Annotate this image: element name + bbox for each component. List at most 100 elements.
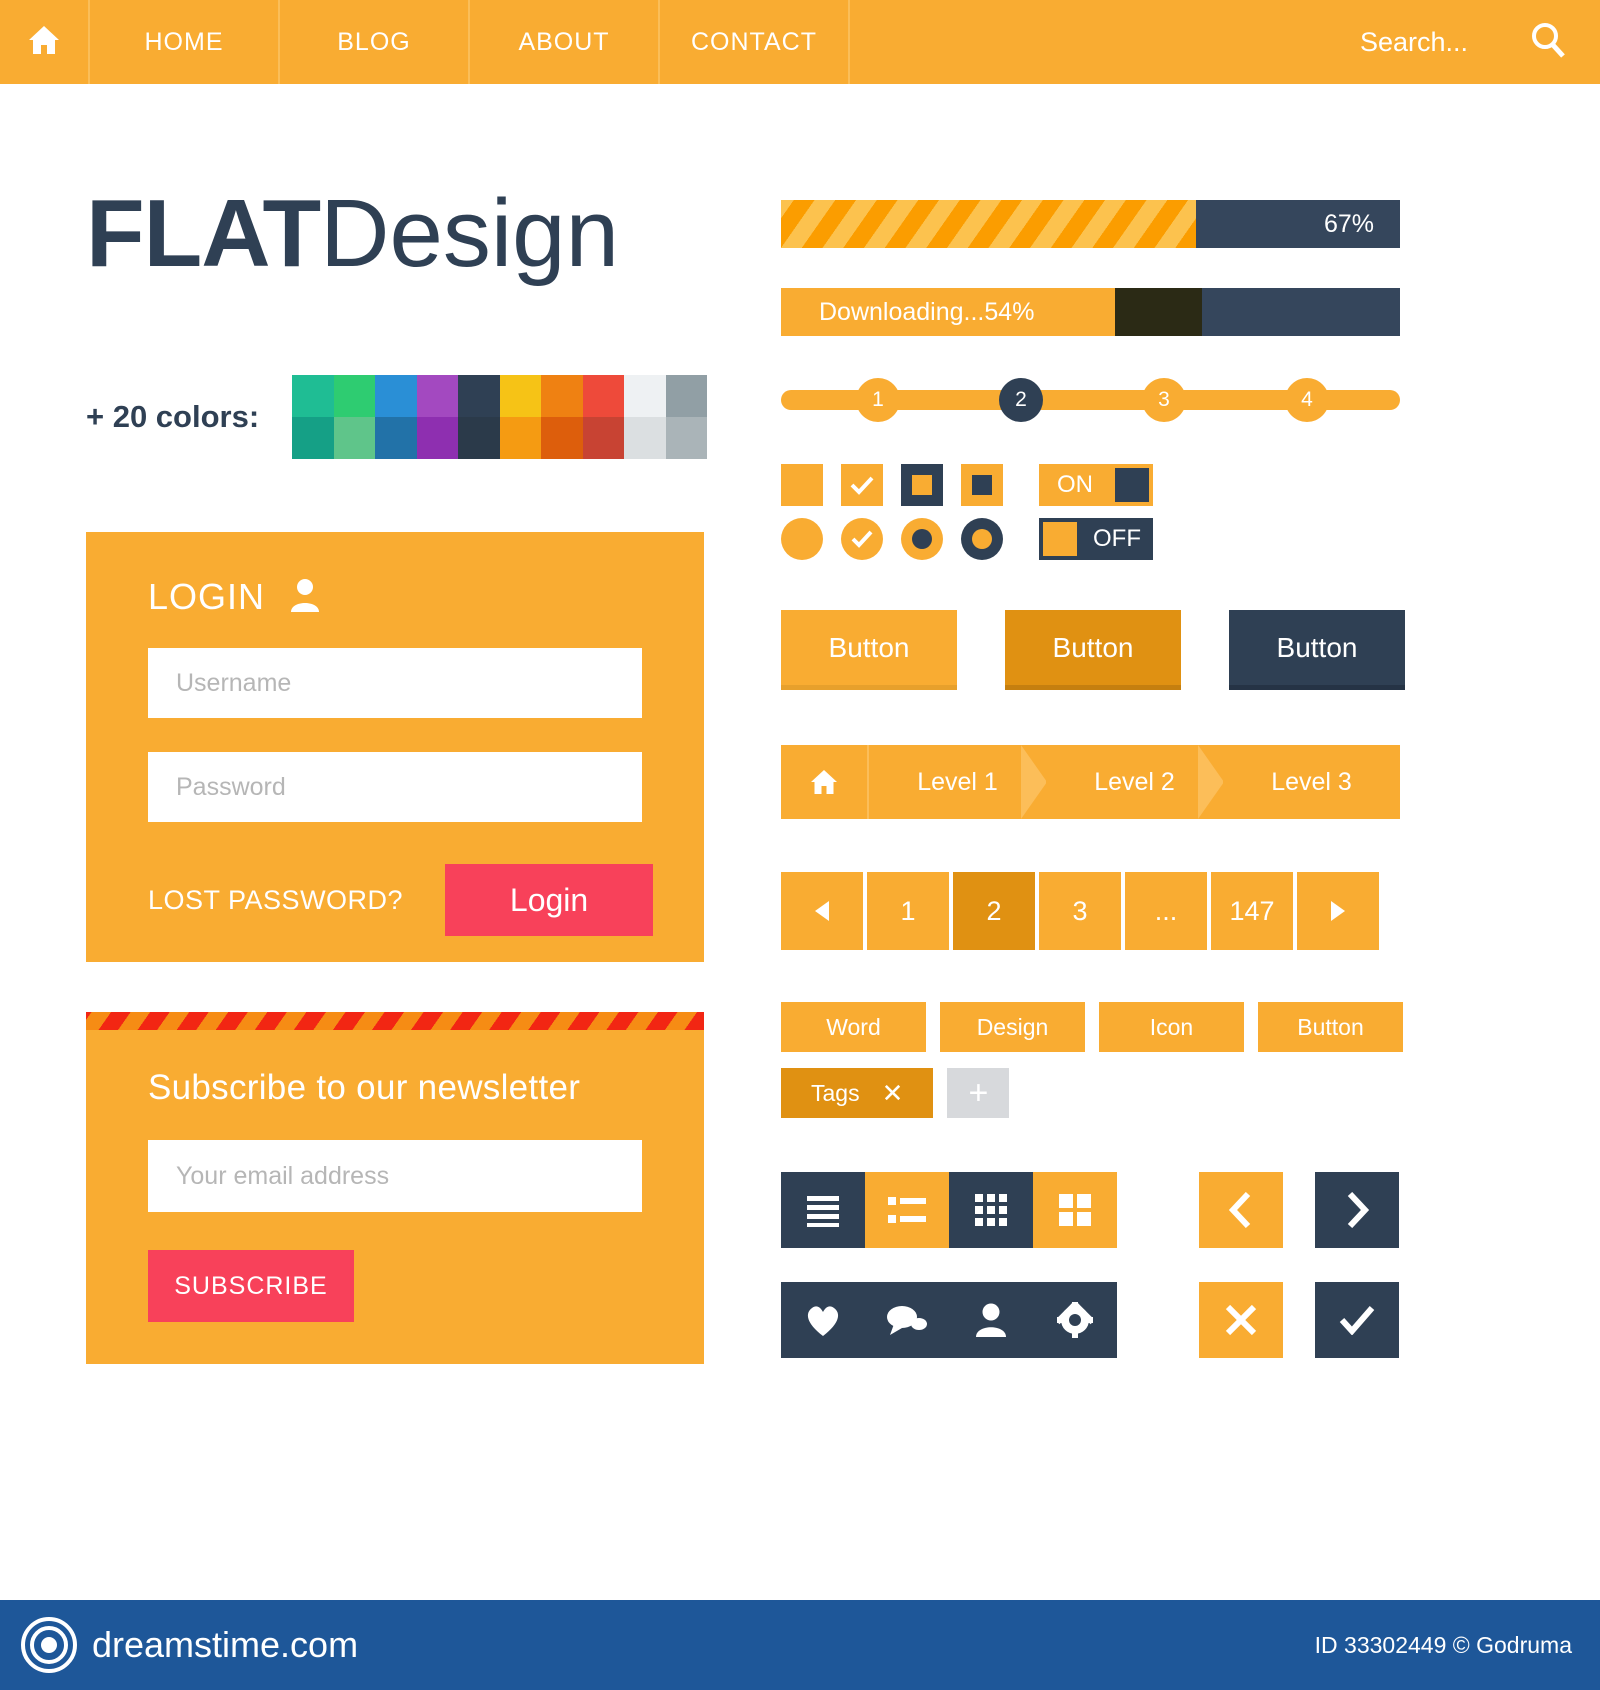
nav-home-button[interactable] <box>0 0 90 84</box>
checkbox-inner <box>912 475 932 495</box>
striped-progress-bar[interactable]: 67% <box>781 200 1400 248</box>
close-icon[interactable]: ✕ <box>882 1078 904 1109</box>
tag-design[interactable]: Design <box>940 1002 1085 1052</box>
username-placeholder: Username <box>176 668 292 697</box>
nav-item-blog[interactable]: BLOG <box>280 0 470 84</box>
login-title: LOGIN <box>148 576 266 617</box>
download-fill: Downloading...54% <box>781 288 1116 336</box>
nav-item-home[interactable]: HOME <box>90 0 280 84</box>
step-dot-2[interactable]: 2 <box>999 378 1043 422</box>
lost-password-link[interactable]: LOST PASSWORD? <box>148 885 403 916</box>
nav-item-contact[interactable]: CONTACT <box>660 0 850 84</box>
search-icon[interactable] <box>1528 20 1568 65</box>
step-dot-1[interactable]: 1 <box>856 378 900 422</box>
swatch-column <box>333 375 375 459</box>
password-placeholder: Password <box>176 772 286 801</box>
download-progress-bar[interactable]: Downloading...54% <box>781 288 1400 336</box>
progress-percent-label: 67% <box>1323 209 1374 238</box>
pagination-page-1[interactable]: 1 <box>867 872 949 950</box>
radio-dark-dot[interactable] <box>961 518 1003 560</box>
progress-remainder: 67% <box>1195 200 1400 248</box>
radio-empty[interactable] <box>781 518 823 560</box>
checkbox-light-inner[interactable] <box>961 464 1003 506</box>
password-input[interactable]: Password <box>148 752 642 822</box>
nav-label: ABOUT <box>518 27 610 56</box>
checkbox-empty[interactable] <box>781 464 823 506</box>
nav-item-about[interactable]: ABOUT <box>470 0 660 84</box>
heart-icon[interactable] <box>781 1282 865 1358</box>
pagination-ellipsis[interactable]: ... <box>1125 872 1207 950</box>
radio-checked[interactable] <box>841 518 883 560</box>
tag-icon[interactable]: Icon <box>1099 1002 1244 1052</box>
swatch-column <box>292 375 334 459</box>
breadcrumb-home[interactable] <box>781 745 869 819</box>
checkbox-dark-inner[interactable] <box>901 464 943 506</box>
pagination-next[interactable] <box>1297 872 1379 950</box>
email-input[interactable]: Your email address <box>148 1140 642 1212</box>
newsletter-title: Subscribe to our newsletter <box>148 1068 581 1107</box>
step-slider[interactable]: 1 2 3 4 <box>781 378 1400 422</box>
grid-tiles-icon[interactable] <box>1033 1172 1117 1248</box>
breadcrumb-level-3[interactable]: Level 3 <box>1223 745 1400 819</box>
breadcrumb-level-2[interactable]: Level 2 <box>1046 745 1224 819</box>
step-dot-3[interactable]: 3 <box>1142 378 1186 422</box>
step-label: 3 <box>1158 388 1170 411</box>
color-swatch <box>624 375 666 417</box>
subscribe-button[interactable]: SUBSCRIBE <box>148 1250 354 1322</box>
pagination-page-2[interactable]: 2 <box>953 872 1035 950</box>
check-icon[interactable] <box>1315 1282 1399 1358</box>
checkbox-inner <box>972 475 992 495</box>
tag-word[interactable]: Word <box>781 1002 926 1052</box>
checkbox-checked[interactable] <box>841 464 883 506</box>
user-icon[interactable] <box>949 1282 1033 1358</box>
comment-icon[interactable] <box>865 1282 949 1358</box>
pagination-page-3[interactable]: 3 <box>1039 872 1121 950</box>
palette-label: + 20 colors: <box>86 399 260 434</box>
grid-dots-icon[interactable] <box>949 1172 1033 1248</box>
footer-credit: ID 33302449 © Godruma <box>1314 1631 1572 1658</box>
add-tag-button[interactable]: + <box>947 1068 1010 1118</box>
color-swatch <box>499 417 541 459</box>
toggle-on[interactable]: ON <box>1039 464 1153 506</box>
swatch-column <box>375 375 417 459</box>
username-input[interactable]: Username <box>148 648 642 718</box>
button-amber[interactable]: Button <box>1005 610 1181 690</box>
pagination-label: 2 <box>986 895 1002 926</box>
radio-dot[interactable] <box>901 518 943 560</box>
button-light[interactable]: Button <box>781 610 957 690</box>
step-label: 1 <box>872 388 884 411</box>
color-swatch <box>582 417 624 459</box>
pagination-page-last[interactable]: 147 <box>1211 872 1293 950</box>
color-swatch <box>458 417 500 459</box>
chevron-right-icon[interactable] <box>1315 1172 1399 1248</box>
swatch-column <box>499 375 541 459</box>
search-input[interactable]: Search... <box>1360 27 1468 58</box>
toggle-on-label: ON <box>1057 471 1093 498</box>
download-remainder <box>1201 288 1400 336</box>
close-icon[interactable] <box>1199 1282 1283 1358</box>
breadcrumb-label: Level 2 <box>1094 767 1175 796</box>
pagination-label: 3 <box>1072 895 1088 926</box>
login-actions: LOST PASSWORD? Login <box>86 864 704 936</box>
breadcrumb-level-1[interactable]: Level 1 <box>869 745 1047 819</box>
step-dot-4[interactable]: 4 <box>1285 378 1329 422</box>
chevron-left-icon[interactable] <box>1199 1172 1283 1248</box>
color-palette <box>292 375 707 459</box>
toggle-knob[interactable] <box>1115 468 1149 502</box>
swatch-column <box>582 375 624 459</box>
pagination-prev[interactable] <box>781 872 863 950</box>
title-light: Design <box>320 180 619 287</box>
color-swatch <box>499 375 541 417</box>
list-bullets-icon[interactable] <box>865 1172 949 1248</box>
top-navbar: HOME BLOG ABOUT CONTACT Search... <box>0 0 1600 84</box>
tag-button[interactable]: Button <box>1258 1002 1403 1052</box>
button-dark[interactable]: Button <box>1229 610 1405 690</box>
list-lines-icon[interactable] <box>781 1172 865 1248</box>
gear-icon[interactable] <box>1033 1282 1117 1358</box>
pagination-label: 1 <box>900 895 916 926</box>
nav-label: CONTACT <box>691 27 817 56</box>
toggle-off[interactable]: OFF <box>1039 518 1153 560</box>
login-button[interactable]: Login <box>445 864 654 936</box>
tag-tags-selected[interactable]: Tags ✕ <box>781 1068 934 1118</box>
toggle-knob[interactable] <box>1043 522 1077 556</box>
